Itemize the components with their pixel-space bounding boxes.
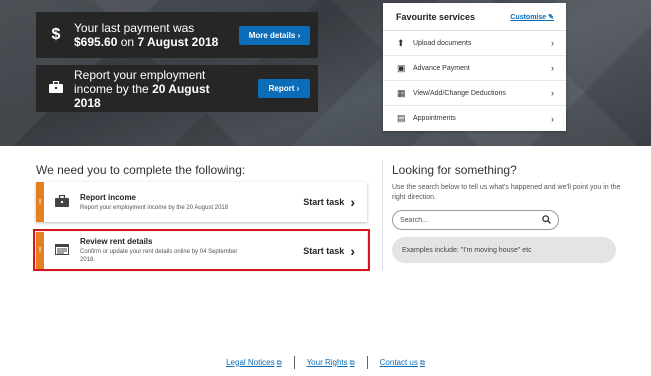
task-title: Report income — [80, 192, 137, 202]
chevron-right-icon: › — [350, 194, 355, 210]
tasks-heading: We need you to complete the following: — [36, 163, 246, 177]
dollar-icon: $ — [51, 26, 61, 43]
briefcase-icon — [44, 194, 80, 210]
external-link-icon: ⧉ — [349, 359, 355, 367]
money-icon: ▣ — [397, 62, 406, 73]
contact-us-link[interactable]: Contact us ⧉ — [380, 358, 425, 368]
your-rights-link[interactable]: Your Rights ⧉ — [307, 358, 355, 368]
fav-item-deductions[interactable]: ▦ View/Add/Change Deductions › — [383, 81, 566, 106]
footer: Legal Notices ⧉ Your Rights ⧉ Contact us ⧉ — [0, 356, 651, 369]
search-heading: Looking for something? — [392, 163, 517, 177]
search-icon[interactable] — [542, 214, 551, 226]
chevron-right-icon: › — [551, 38, 554, 48]
report-income-card: Report your employment income by the 20 … — [36, 65, 318, 112]
chevron-right-icon: › — [551, 113, 554, 124]
search-examples-hint: Examples include: "I'm moving house" etc — [392, 237, 616, 263]
chevron-right-icon: › — [551, 63, 554, 73]
search-input[interactable] — [400, 216, 542, 224]
footer-divider — [366, 356, 368, 369]
favourite-services-title: Favourite services — [396, 11, 476, 22]
more-details-button[interactable]: More details › — [239, 26, 310, 45]
appointment-icon: ▤ — [397, 113, 406, 123]
external-link-icon: ⧉ — [276, 359, 282, 367]
footer-divider — [293, 356, 295, 369]
search-help-text: Use the search below to tell us what's h… — [392, 184, 621, 201]
pencil-icon: ✎ — [548, 13, 554, 21]
task-report-income[interactable]: ! Report income Report your employment i… — [36, 182, 367, 222]
calendar-icon: ▦ — [397, 87, 406, 98]
task-description: Report your employment income by the 20 … — [80, 204, 229, 211]
last-payment-card: $ Your last payment was $695.60 on 7 Aug… — [36, 12, 318, 58]
external-link-icon: ⧉ — [419, 359, 425, 367]
customise-link[interactable]: Customise ✎ — [510, 13, 554, 21]
column-divider — [382, 160, 383, 270]
favourite-services-panel: Favourite services Customise ✎ ⬆ Upload … — [383, 3, 566, 131]
briefcase-icon — [41, 80, 71, 98]
task-highlight-outline — [33, 229, 370, 271]
fav-item-appointments[interactable]: ▤ Appointments › — [383, 106, 566, 131]
fav-item-advance-payment[interactable]: ▣ Advance Payment › — [383, 56, 566, 81]
report-button[interactable]: Report › — [258, 79, 310, 98]
alert-marker: ! — [36, 182, 44, 222]
search-box — [392, 210, 559, 230]
legal-notices-link[interactable]: Legal Notices ⧉ — [226, 358, 281, 368]
upload-icon: ⬆ — [397, 37, 405, 48]
start-task-button[interactable]: Start task › — [303, 194, 355, 210]
fav-item-upload-documents[interactable]: ⬆ Upload documents › — [383, 31, 566, 56]
chevron-right-icon: › — [551, 88, 554, 98]
hero-banner: $ Your last payment was $695.60 on 7 Aug… — [0, 0, 651, 146]
